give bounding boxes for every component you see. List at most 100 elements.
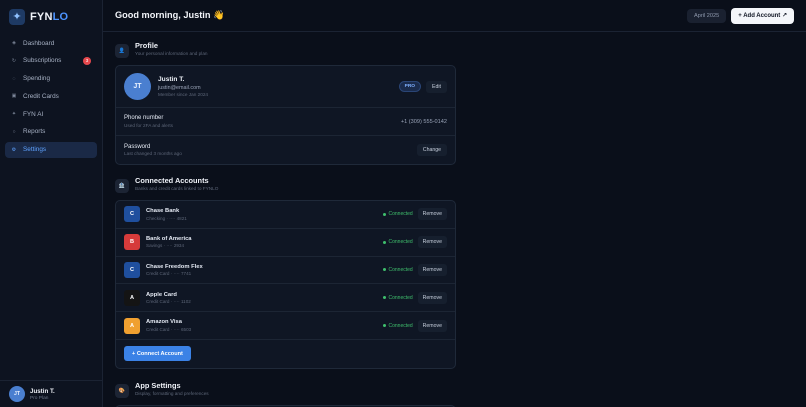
sidebar-item-label: Reports [23,128,46,136]
status-dot-icon [382,268,386,272]
topbar: Good morning, Justin 👋 April 2025 + Add … [103,0,806,32]
main-content: Good morning, Justin 👋 April 2025 + Add … [103,0,806,407]
logo-text: FYNLO [30,11,68,23]
password-label: Password [124,143,151,150]
logo-suffix: LO [52,11,69,23]
account-detail: Savings · ···· 2934 [146,243,185,249]
remove-account-button[interactable]: Remove [417,291,447,304]
connection-status: Connected [382,266,413,273]
sidebar-item-dashboard[interactable]: ◈ Dashboard [5,35,97,51]
section-subtitle: Banks and credit cards linked to FYNLO [135,186,219,191]
user-name: Justin T. [30,387,55,395]
phone-label: Phone number [124,115,164,122]
account-row: A Apple Card Credit Card · ···· 1102 Connec… [116,284,455,313]
account-name: Bank of America [146,235,192,242]
sidebar-item-label: Settings [23,146,47,154]
account-name: Apple Card [146,291,177,298]
avatar: JT [124,73,151,100]
connect-account-button[interactable]: + Connect Account [124,346,191,362]
account-row: C Chase Bank Checking · ···· 4821 Connected… [116,201,455,229]
app-settings-section-header: 🎨 App Settings Display, formatting and p… [115,381,456,402]
logo-prefix: FYN [30,11,53,23]
sidebar-item-fyn-ai[interactable]: ✦ FYN AI [5,106,97,122]
connected-section-header: 🏦 Connected Accounts Banks and credit ca… [115,176,456,197]
status-label: Connected [388,294,413,301]
user-icon: 👤 [115,44,129,58]
status-dot-icon [382,240,386,244]
remove-account-button[interactable]: Remove [417,236,447,249]
sidebar-item-label: Dashboard [23,39,55,47]
remove-account-button[interactable]: Remove [417,319,447,332]
profile-name: Justin T. [158,76,185,83]
status-label: Connected [388,211,413,218]
status-label: Connected [388,239,413,246]
sidebar-item-reports[interactable]: ○ Reports [5,124,97,140]
notification-badge: 3 [83,56,91,65]
section-subtitle: Display, formatting and preferences [135,390,209,396]
connection-status: Connected [382,322,413,329]
status-dot-icon [382,324,386,328]
change-password-button[interactable]: Change [416,144,447,156]
account-row: C Chase Freedom Flex Credit Card · ···· 77… [116,257,455,285]
profile-email: justin@email.com [158,84,201,91]
chart-icon: ◌ [12,75,16,82]
pro-badge: PRO [398,81,422,92]
sidebar: ✦ FYNLO ◈ Dashboard ↻ Subscriptions 3 ◌ Spendi… [0,0,103,407]
card-icon: ▣ [11,93,17,100]
account-detail: Credit Card · ···· 7741 [146,271,192,277]
section-title: App Settings [135,380,181,390]
password-subtitle: Last changed 3 months ago [124,151,182,157]
sidebar-item-spending[interactable]: ◌ Spending [5,71,97,87]
bank-logo-icon: A [124,289,140,306]
connection-status: Connected [382,294,413,301]
sidebar-nav: ◈ Dashboard ↻ Subscriptions 3 ◌ Spending ▣ Credi… [0,35,102,158]
phone-value: +1 (309) 555-0142 [400,118,447,125]
status-dot-icon [382,296,386,300]
grid-icon: ◈ [12,40,16,46]
repeat-icon: ↻ [11,57,17,64]
accounts-list: C Chase Bank Checking · ···· 4821 Connected… [116,201,455,340]
sparkle-icon: ✦ [11,111,17,118]
bank-logo-icon: C [124,261,140,278]
user-profile[interactable]: JT Justin T. Pro Plan [0,380,102,407]
greeting: Good morning, Justin 👋 [115,10,225,20]
sparkle-icon: ✦ [9,9,25,25]
sidebar-item-credit-cards[interactable]: ▣ Credit Cards [5,88,97,104]
account-name: Chase Bank [146,208,180,215]
remove-account-button[interactable]: Remove [417,263,447,276]
doc-icon: ○ [12,128,16,135]
status-label: Connected [388,266,413,273]
account-row: A Amazon Visa Credit Card · ···· 6503 Conne… [116,312,455,340]
password-row: Password Last changed 3 months ago Chang… [116,136,455,164]
date-selector[interactable]: April 2025 [687,8,727,23]
remove-account-button[interactable]: Remove [417,208,447,221]
sidebar-item-settings[interactable]: ⚙ Settings [5,141,97,158]
bank-logo-icon: A [124,317,140,334]
section-subtitle: Your personal information and plan [135,51,208,56]
bank-icon: 🏦 [115,179,129,193]
profile-section-header: 👤 Profile Your personal information and … [115,41,456,62]
phone-row: Phone number Used for 2FA and alerts +1 … [116,108,455,136]
account-detail: Checking · ···· 4821 [146,215,187,221]
add-account-button[interactable]: + Add Account ↗ [731,7,794,24]
edit-profile-button[interactable]: Edit [426,80,447,93]
member-since: Member since Jan 2024 [158,92,209,97]
bank-logo-icon: C [124,206,140,223]
status-label: Connected [388,322,413,329]
account-row: B Bank of America Savings · ···· 2934 Conne… [116,229,455,257]
sidebar-item-subscriptions[interactable]: ↻ Subscriptions 3 [5,53,97,69]
sidebar-item-label: Credit Cards [23,92,59,100]
sidebar-item-label: Spending [23,75,51,83]
connection-status: Connected [382,239,413,246]
palette-icon: 🎨 [115,383,129,398]
connection-status: Connected [382,211,413,218]
account-name: Amazon Visa [146,319,182,326]
status-dot-icon [382,212,386,216]
accounts-card: C Chase Bank Checking · ···· 4821 Connected… [115,200,456,369]
section-title: Profile [135,41,158,50]
logo[interactable]: ✦ FYNLO [0,0,102,34]
user-plan: Pro Plan [30,395,49,401]
section-title: Connected Accounts [135,176,209,185]
account-detail: Credit Card · ···· 1102 [146,299,191,305]
gear-icon: ⚙ [11,146,17,153]
